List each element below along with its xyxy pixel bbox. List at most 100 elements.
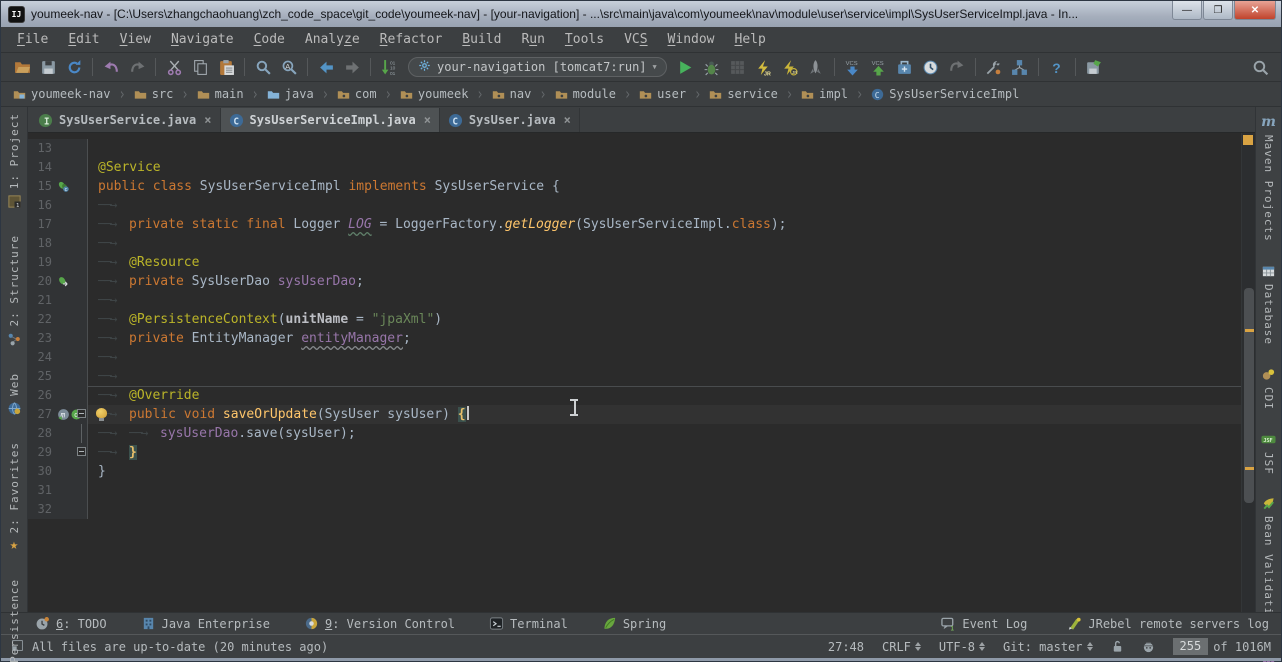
tool-button-2-structure[interactable]: 2: Structure	[7, 235, 22, 346]
menu-window[interactable]: Window	[658, 27, 725, 52]
vcs-commit-icon[interactable]: VCS	[866, 55, 892, 79]
caret-position-widget[interactable]: 27:48	[828, 640, 864, 654]
tool-button-1-project[interactable]: 1: Project1	[7, 113, 22, 209]
line-number[interactable]: 19	[28, 253, 54, 272]
vcs-update-icon[interactable]: VCS	[840, 55, 866, 79]
search-everywhere-icon[interactable]	[1247, 55, 1273, 79]
menu-tools[interactable]: Tools	[555, 27, 614, 52]
code-text[interactable]: public class SysUserServiceImpl implemen…	[88, 177, 1241, 196]
breadcrumb-item-youmeek[interactable]: youmeek	[398, 87, 471, 101]
menu-vcs[interactable]: VCS	[614, 27, 657, 52]
breadcrumb-item-module[interactable]: module	[553, 87, 618, 101]
tab-sysuser-java[interactable]: CSysUser.java×	[440, 108, 580, 132]
code-line[interactable]: 28sysUserDao.save(sysUser);	[28, 424, 1241, 443]
jrebel-sync-icon[interactable]	[1081, 55, 1107, 79]
scrollbar-thumb[interactable]	[1244, 288, 1254, 503]
breadcrumb-item-nav[interactable]: nav	[490, 87, 534, 101]
back-icon[interactable]	[313, 55, 339, 79]
code-text[interactable]: @PersistenceContext(unitName = "jpaXml")	[88, 310, 1241, 329]
undo-icon[interactable]	[98, 55, 124, 79]
code-line[interactable]: 20private SysUserDao sysUserDao;	[28, 272, 1241, 291]
close-icon[interactable]: ×	[424, 113, 431, 127]
breadcrumb-item-main[interactable]: main	[195, 87, 246, 101]
code-text[interactable]	[88, 139, 1241, 158]
tab-sysuserserviceimpl-java[interactable]: CSysUserServiceImpl.java×	[221, 108, 440, 132]
code-line[interactable]: 32	[28, 500, 1241, 519]
menu-help[interactable]: Help	[725, 27, 776, 52]
code-text[interactable]: public void saveOrUpdate(SysUser sysUser…	[88, 405, 1241, 424]
inspection-status-icon[interactable]	[1243, 135, 1253, 145]
code-text[interactable]: @Service	[88, 158, 1241, 177]
tool-button-web[interactable]: Web	[7, 373, 22, 416]
line-number[interactable]: 15	[28, 177, 54, 196]
project-structure-icon[interactable]	[1007, 55, 1033, 79]
code-line[interactable]: 31	[28, 481, 1241, 500]
paste-icon[interactable]	[213, 55, 239, 79]
code-line[interactable]: 27mopublic void saveOrUpdate(SysUser sys…	[28, 405, 1241, 424]
code-text[interactable]	[88, 367, 1241, 386]
line-number[interactable]: 24	[28, 348, 54, 367]
tool-window-button-9-version-control[interactable]: 9: Version Control	[304, 616, 455, 631]
fold-marker-icon[interactable]	[77, 409, 86, 418]
tool-button-2-favorites[interactable]: 2: Favorites★	[8, 442, 21, 553]
annotate-icon[interactable]: 011001	[376, 55, 402, 79]
line-number[interactable]: 27	[28, 405, 54, 424]
settings-icon[interactable]	[981, 55, 1007, 79]
code-text[interactable]	[88, 481, 1241, 500]
close-icon[interactable]: ×	[564, 113, 571, 127]
tool-button-cdi[interactable]: CDI	[1261, 367, 1276, 410]
replace-icon[interactable]: A	[276, 55, 302, 79]
code-line[interactable]: 25	[28, 367, 1241, 386]
line-number[interactable]: 25	[28, 367, 54, 386]
code-text[interactable]: }	[88, 462, 1241, 481]
menu-analyze[interactable]: Analyze	[295, 27, 370, 52]
menu-code[interactable]: Code	[244, 27, 295, 52]
menu-file[interactable]: File	[7, 27, 58, 52]
tool-button-maven-projects[interactable]: mMaven Projects	[1261, 115, 1276, 242]
line-number[interactable]: 17	[28, 215, 54, 234]
tool-button-database[interactable]: Database	[1261, 264, 1276, 345]
code-text[interactable]	[88, 348, 1241, 367]
vcs-changes-icon[interactable]	[892, 55, 918, 79]
git-branch-widget[interactable]: Git: master	[1003, 640, 1092, 654]
line-number[interactable]: 22	[28, 310, 54, 329]
run-icon[interactable]	[673, 55, 699, 79]
jrebel-run-icon[interactable]: JR	[751, 55, 777, 79]
memory-indicator[interactable]: 255 of 1016M	[1173, 638, 1271, 655]
code-line[interactable]: 14@Service	[28, 158, 1241, 177]
line-number[interactable]: 30	[28, 462, 54, 481]
code-line[interactable]: 13	[28, 139, 1241, 158]
breadcrumb-item-impl[interactable]: impl	[799, 87, 850, 101]
help-icon[interactable]: ?	[1044, 55, 1070, 79]
synchronize-icon[interactable]	[61, 55, 87, 79]
line-number[interactable]: 13	[28, 139, 54, 158]
code-line[interactable]: 29}	[28, 443, 1241, 462]
hector-inspections-icon[interactable]	[1142, 640, 1155, 653]
line-separator-widget[interactable]: CRLF	[882, 640, 921, 654]
breadcrumb-item-sysuserserviceimpl[interactable]: CSysUserServiceImpl	[869, 87, 1021, 101]
line-number[interactable]: 20	[28, 272, 54, 291]
code-text[interactable]: }	[88, 443, 1241, 462]
line-number[interactable]: 32	[28, 500, 54, 519]
code-line[interactable]: 16	[28, 196, 1241, 215]
line-number[interactable]: 28	[28, 424, 54, 443]
bean-class-gutter-icon[interactable]: c	[57, 180, 70, 193]
code-text[interactable]	[88, 234, 1241, 253]
bean-wire-gutter-icon[interactable]	[57, 275, 70, 288]
warning-stripe-mark[interactable]	[1245, 467, 1254, 470]
tool-button-bean-validation[interactable]: Bean Validation	[1261, 496, 1276, 630]
line-number[interactable]: 31	[28, 481, 54, 500]
cut-icon[interactable]	[161, 55, 187, 79]
breadcrumb-item-src[interactable]: src	[132, 87, 176, 101]
jrebel-debug-icon[interactable]: JR	[777, 55, 803, 79]
rollback-icon[interactable]	[944, 55, 970, 79]
find-icon[interactable]	[250, 55, 276, 79]
breadcrumb-item-user[interactable]: user	[637, 87, 688, 101]
code-text[interactable]: private static final Logger LOG = Logger…	[88, 215, 1241, 234]
profile-icon[interactable]	[803, 55, 829, 79]
tool-window-button-event-log[interactable]: 1Event Log	[941, 616, 1027, 631]
line-number[interactable]: 16	[28, 196, 54, 215]
line-number[interactable]: 26	[28, 386, 54, 405]
copy-icon[interactable]	[187, 55, 213, 79]
code-text[interactable]: private EntityManager entityManager;	[88, 329, 1241, 348]
